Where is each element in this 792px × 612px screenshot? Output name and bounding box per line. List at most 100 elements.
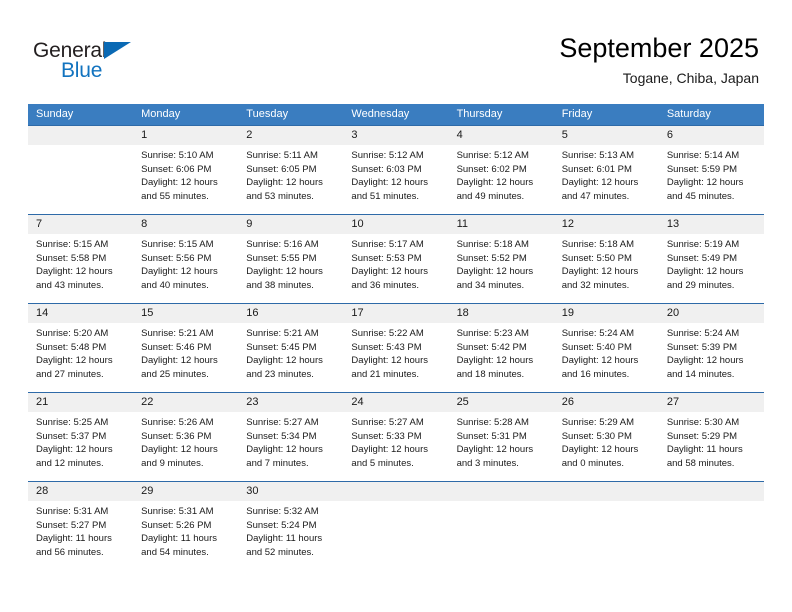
day-cell[interactable]: Sunrise: 5:11 AM Sunset: 6:05 PM Dayligh… [238, 145, 343, 214]
day-cell[interactable] [659, 501, 764, 570]
sunset-text: Sunset: 5:27 PM [36, 519, 107, 531]
daylight-text-line1: Daylight: 12 hours [141, 266, 218, 278]
daylight-text-line2: and 7 minutes. [246, 457, 309, 469]
calendar-week-row: 7 8 9 10 11 12 13 Sunrise: 5:15 AM Sunse… [28, 214, 764, 303]
day-cell[interactable]: Sunrise: 5:22 AM Sunset: 5:43 PM Dayligh… [343, 323, 448, 392]
day-cell[interactable] [28, 145, 133, 214]
day-number[interactable] [554, 482, 659, 501]
sunset-text: Sunset: 5:43 PM [351, 341, 422, 353]
sunrise-text: Sunrise: 5:14 AM [666, 150, 740, 161]
daylight-text-line1: Daylight: 12 hours [36, 266, 113, 278]
day-number[interactable]: 23 [238, 393, 343, 412]
daylight-text-line2: and 12 minutes. [36, 457, 104, 469]
day-number[interactable]: 2 [238, 126, 343, 145]
day-cell[interactable]: Sunrise: 5:27 AM Sunset: 5:34 PM Dayligh… [238, 412, 343, 481]
sunset-text: Sunset: 5:36 PM [141, 430, 212, 442]
day-cell[interactable]: Sunrise: 5:12 AM Sunset: 6:02 PM Dayligh… [449, 145, 554, 214]
day-number[interactable]: 26 [554, 393, 659, 412]
day-cell[interactable]: Sunrise: 5:26 AM Sunset: 5:36 PM Dayligh… [133, 412, 238, 481]
day-number[interactable]: 18 [449, 304, 554, 323]
day-number[interactable]: 12 [554, 215, 659, 234]
day-cell[interactable]: Sunrise: 5:14 AM Sunset: 5:59 PM Dayligh… [659, 145, 764, 214]
day-number[interactable]: 27 [659, 393, 764, 412]
day-cell[interactable]: Sunrise: 5:29 AM Sunset: 5:30 PM Dayligh… [554, 412, 659, 481]
day-cell[interactable]: Sunrise: 5:21 AM Sunset: 5:45 PM Dayligh… [238, 323, 343, 392]
daylight-text-line2: and 34 minutes. [456, 279, 525, 291]
day-cell[interactable]: Sunrise: 5:30 AM Sunset: 5:29 PM Dayligh… [659, 412, 764, 481]
day-number[interactable]: 14 [28, 304, 133, 323]
day-cell[interactable]: Sunrise: 5:18 AM Sunset: 5:52 PM Dayligh… [449, 234, 554, 303]
sunrise-text: Sunrise: 5:24 AM [666, 328, 740, 339]
day-number[interactable]: 30 [238, 482, 343, 501]
weekday-header-wednesday: Wednesday [351, 108, 410, 120]
day-number[interactable]: 11 [449, 215, 554, 234]
day-cell[interactable]: Sunrise: 5:28 AM Sunset: 5:31 PM Dayligh… [449, 412, 554, 481]
week-number-band: 7 8 9 10 11 12 13 [28, 215, 764, 234]
day-number[interactable]: 1 [133, 126, 238, 145]
general-blue-logo[interactable]: General Blue [33, 39, 163, 85]
day-number[interactable]: 19 [554, 304, 659, 323]
logo-text-blue: Blue [61, 59, 103, 82]
sunset-text: Sunset: 6:03 PM [351, 163, 422, 175]
day-cell[interactable]: Sunrise: 5:20 AM Sunset: 5:48 PM Dayligh… [28, 323, 133, 392]
day-number[interactable]: 29 [133, 482, 238, 501]
day-number[interactable] [28, 126, 133, 145]
day-number[interactable]: 25 [449, 393, 554, 412]
day-cell[interactable]: Sunrise: 5:19 AM Sunset: 5:49 PM Dayligh… [659, 234, 764, 303]
day-number[interactable]: 24 [343, 393, 448, 412]
day-cell[interactable]: Sunrise: 5:12 AM Sunset: 6:03 PM Dayligh… [343, 145, 448, 214]
day-cell[interactable]: Sunrise: 5:15 AM Sunset: 5:56 PM Dayligh… [133, 234, 238, 303]
day-number[interactable]: 22 [133, 393, 238, 412]
daylight-text-line2: and 47 minutes. [561, 190, 630, 202]
day-number[interactable]: 10 [343, 215, 448, 234]
sunset-text: Sunset: 5:31 PM [456, 430, 527, 442]
day-number[interactable]: 4 [449, 126, 554, 145]
daylight-text-line2: and 52 minutes. [246, 546, 314, 558]
day-number[interactable]: 13 [659, 215, 764, 234]
day-number[interactable]: 20 [659, 304, 764, 323]
day-cell[interactable]: Sunrise: 5:23 AM Sunset: 5:42 PM Dayligh… [449, 323, 554, 392]
daylight-text-line2: and 27 minutes. [36, 368, 104, 380]
day-number[interactable]: 21 [28, 393, 133, 412]
day-cell[interactable]: Sunrise: 5:24 AM Sunset: 5:40 PM Dayligh… [554, 323, 659, 392]
day-number[interactable]: 9 [238, 215, 343, 234]
sunset-text: Sunset: 5:26 PM [141, 519, 212, 531]
day-cell[interactable]: Sunrise: 5:24 AM Sunset: 5:39 PM Dayligh… [659, 323, 764, 392]
day-number[interactable] [449, 482, 554, 501]
day-cell[interactable]: Sunrise: 5:17 AM Sunset: 5:53 PM Dayligh… [343, 234, 448, 303]
day-number[interactable]: 17 [343, 304, 448, 323]
day-cell[interactable]: Sunrise: 5:18 AM Sunset: 5:50 PM Dayligh… [554, 234, 659, 303]
daylight-text-line2: and 25 minutes. [141, 368, 209, 380]
day-cell[interactable]: Sunrise: 5:32 AM Sunset: 5:24 PM Dayligh… [238, 501, 343, 570]
day-cell[interactable]: Sunrise: 5:21 AM Sunset: 5:46 PM Dayligh… [133, 323, 238, 392]
day-number[interactable] [343, 482, 448, 501]
day-cell[interactable]: Sunrise: 5:15 AM Sunset: 5:58 PM Dayligh… [28, 234, 133, 303]
sunrise-text: Sunrise: 5:32 AM [246, 506, 319, 517]
day-cell[interactable]: Sunrise: 5:31 AM Sunset: 5:26 PM Dayligh… [133, 501, 238, 570]
day-cell[interactable]: Sunrise: 5:16 AM Sunset: 5:55 PM Dayligh… [238, 234, 343, 303]
day-cell[interactable]: Sunrise: 5:31 AM Sunset: 5:27 PM Dayligh… [28, 501, 133, 570]
day-number[interactable]: 15 [133, 304, 238, 323]
day-number[interactable]: 8 [133, 215, 238, 234]
day-number[interactable]: 28 [28, 482, 133, 501]
day-number[interactable]: 7 [28, 215, 133, 234]
week-detail-row: Sunrise: 5:20 AM Sunset: 5:48 PM Dayligh… [28, 323, 764, 392]
day-number[interactable]: 5 [554, 126, 659, 145]
sunset-text: Sunset: 5:55 PM [246, 252, 317, 264]
sunset-text: Sunset: 5:58 PM [36, 252, 107, 264]
day-number[interactable]: 16 [238, 304, 343, 323]
day-cell[interactable]: Sunrise: 5:27 AM Sunset: 5:33 PM Dayligh… [343, 412, 448, 481]
day-number[interactable]: 6 [659, 126, 764, 145]
day-cell[interactable] [554, 501, 659, 570]
day-cell[interactable]: Sunrise: 5:10 AM Sunset: 6:06 PM Dayligh… [133, 145, 238, 214]
day-number[interactable] [659, 482, 764, 501]
day-number[interactable]: 3 [343, 126, 448, 145]
weekday-header-monday: Monday [141, 108, 181, 120]
day-cell[interactable] [449, 501, 554, 570]
day-cell[interactable] [343, 501, 448, 570]
calendar-page: General Blue September 2025 Togane, Chib… [0, 0, 792, 612]
day-cell[interactable]: Sunrise: 5:25 AM Sunset: 5:37 PM Dayligh… [28, 412, 133, 481]
calendar-week-row: 14 15 16 17 18 19 20 Sunrise: 5:20 AM Su… [28, 303, 764, 392]
page-header: General Blue September 2025 Togane, Chib… [0, 0, 792, 104]
day-cell[interactable]: Sunrise: 5:13 AM Sunset: 6:01 PM Dayligh… [554, 145, 659, 214]
